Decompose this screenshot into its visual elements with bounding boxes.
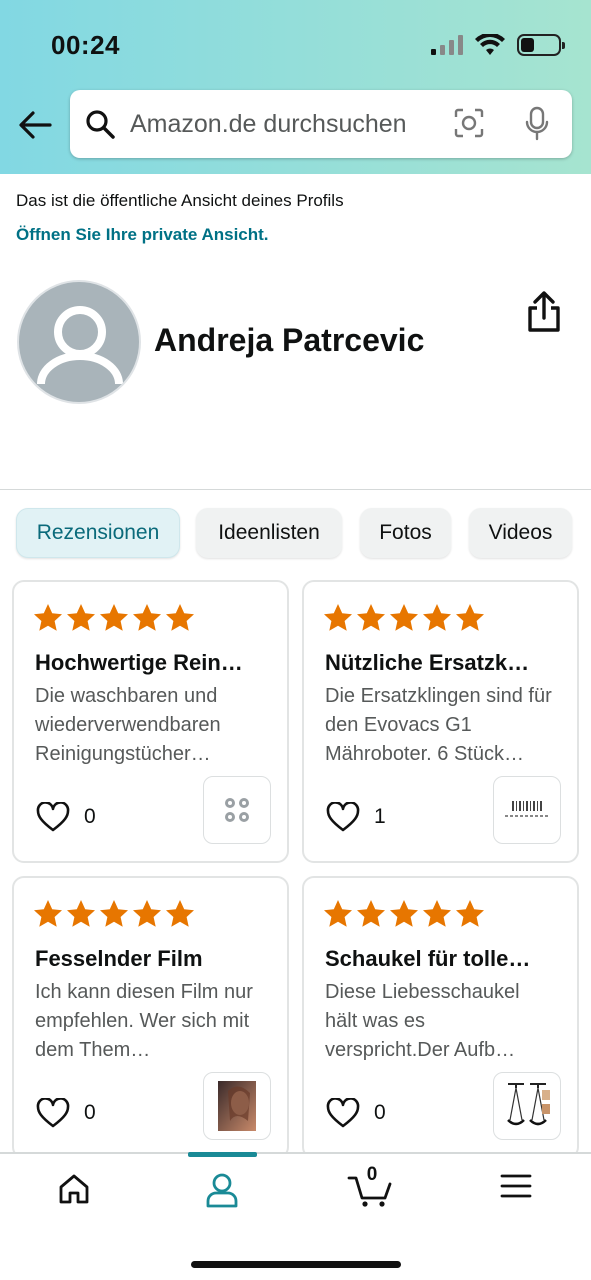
battery-icon [517,34,565,56]
search-bar[interactable] [70,90,572,158]
review-text: Diese Liebesschaukel hält was es verspri… [325,981,520,1061]
star-icon [133,604,161,631]
like-count: 0 [374,1101,386,1124]
like-control[interactable]: 0 [36,1098,96,1128]
star-icon [324,900,352,927]
reinigungstuecher-product-image[interactable] [203,776,271,844]
tab-rezensionen[interactable]: Rezensionen [16,508,180,558]
review-title: Schaukel für tolle… [325,946,531,971]
star-icon [456,604,484,631]
review-card[interactable]: Nützliche Ersatzk… Die Ersatzklingen sin… [302,580,579,863]
review-title: Nützliche Ersatzk… [325,650,530,675]
star-rating [32,602,196,634]
nav-profile[interactable] [192,1172,252,1212]
share-icon[interactable] [522,290,566,334]
star-icon [357,604,385,631]
search-icon [86,110,115,139]
tab-ideenlisten[interactable]: Ideenlisten [196,508,342,558]
star-icon [390,900,418,927]
home-icon[interactable] [57,1172,91,1206]
star-icon [324,604,352,631]
star-icon [357,900,385,927]
search-input[interactable] [128,104,428,144]
microphone-icon[interactable] [524,106,550,142]
ersatzklingen-product-image[interactable] [493,776,561,844]
film-cover-image[interactable] [203,1072,271,1140]
star-icon [166,900,194,927]
wifi-icon [475,34,505,55]
star-icon [100,900,128,927]
review-text: Die waschbaren und wiederverwendbaren Re… [35,685,221,765]
like-control[interactable]: 1 [326,802,386,832]
default-user-icon [37,306,123,385]
status-time: 00:24 [51,30,120,60]
private-view-link[interactable]: Öffnen Sie Ihre private Ansicht. [16,225,269,245]
heart-icon[interactable] [326,802,360,832]
heart-icon[interactable] [36,1098,70,1128]
review-text: Die Ersatzklingen sind für den Evovacs G… [325,685,552,765]
profile-name: Andreja Patrcevic [154,322,425,358]
tab-fotos[interactable]: Fotos [360,508,451,558]
back-arrow-icon[interactable] [16,106,54,144]
star-icon [67,604,95,631]
heart-icon[interactable] [326,1098,360,1128]
signal-icon [431,35,463,55]
star-icon [456,900,484,927]
star-icon [390,604,418,631]
active-tab-indicator [188,1152,257,1157]
nav-menu[interactable] [486,1172,546,1212]
star-rating [32,898,196,930]
review-title: Fesselnder Film [35,946,203,971]
home-indicator [191,1261,401,1268]
star-icon [133,900,161,927]
star-icon [34,900,62,927]
star-icon [100,604,128,631]
review-text: Ich kann diesen Film nur empfehlen. Wer … [35,981,253,1061]
review-card[interactable]: Fesselnder Film Ich kann diesen Film nur… [12,876,289,1159]
camera-scan-icon[interactable] [454,108,484,138]
like-count: 0 [84,1101,96,1124]
public-view-note: Das ist die öffentliche Ansicht deines P… [16,191,344,210]
section-divider [0,489,591,490]
heart-icon[interactable] [36,802,70,832]
top-header: 00:24 [0,0,591,174]
star-icon [166,604,194,631]
star-icon [423,604,451,631]
avatar [17,280,141,404]
schaukel-product-image[interactable] [493,1072,561,1140]
like-control[interactable]: 0 [36,802,96,832]
star-icon [423,900,451,927]
nav-home[interactable] [44,1172,104,1212]
cart-count-badge: 0 [366,1164,378,1185]
review-card[interactable]: Schaukel für tolle… Diese Liebesschaukel… [302,876,579,1159]
tab-videos[interactable]: Videos [469,508,572,558]
profile-icon[interactable] [205,1172,239,1208]
review-title: Hochwertige Rein… [35,650,243,675]
like-count: 0 [84,805,96,828]
like-control[interactable]: 0 [326,1098,386,1128]
nav-cart[interactable]: 0 [340,1164,400,1212]
like-count: 1 [374,805,386,828]
star-icon [34,604,62,631]
status-icons [431,34,565,56]
menu-icon[interactable] [500,1172,532,1200]
review-card[interactable]: Hochwertige Rein… Die waschbaren und wie… [12,580,289,863]
star-rating [322,602,486,634]
star-rating [322,898,486,930]
star-icon [67,900,95,927]
